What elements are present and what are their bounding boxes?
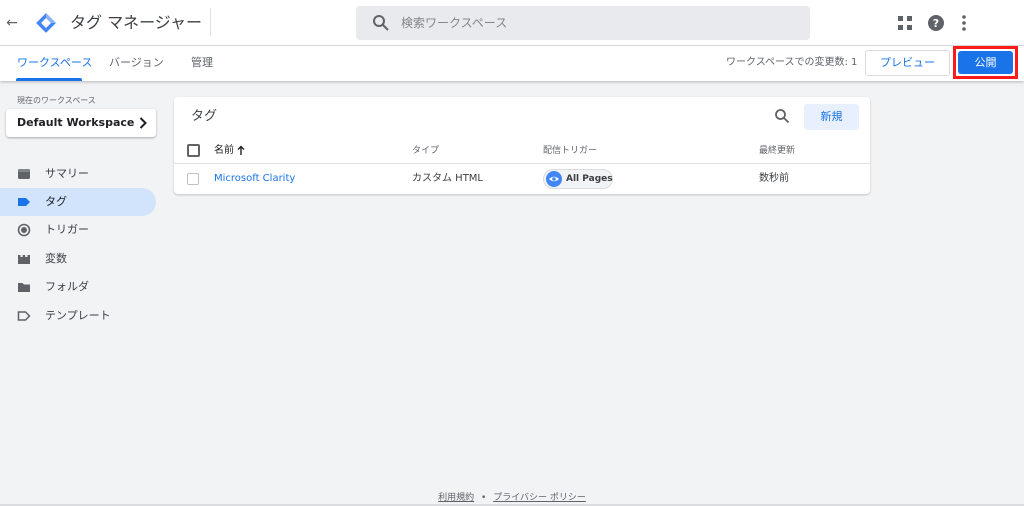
search-icon[interactable]: [774, 108, 790, 124]
search-placeholder: 検索ワークスペース: [401, 16, 508, 30]
summary-icon: [18, 169, 30, 179]
table-header: 名前 タイプ 配信トリガー 最終更新: [174, 137, 870, 164]
row-checkbox[interactable]: [187, 173, 199, 185]
column-header-trigger: 配信トリガー: [543, 146, 598, 156]
trigger-chip-label: All Pages: [566, 174, 613, 184]
column-header-updated: 最終更新: [759, 146, 796, 156]
chevron-right-icon: [139, 117, 147, 129]
sidebar-item-label: タグ: [45, 195, 67, 208]
workspace-search-input[interactable]: 検索ワークスペース: [356, 6, 810, 40]
footer-separator: •: [481, 493, 487, 503]
column-header-type: タイプ: [412, 146, 440, 156]
workspace-changes-count: ワークスペースでの変更数: 1: [726, 57, 858, 68]
last-updated: 数秒前: [759, 173, 789, 184]
privacy-link[interactable]: プライバシー ポリシー: [493, 493, 586, 503]
sidebar-item-label: トリガー: [45, 223, 89, 236]
title-divider: [210, 8, 211, 36]
active-tab-indicator: [16, 78, 82, 81]
select-all-checkbox[interactable]: [187, 144, 200, 157]
sidebar-item-summary[interactable]: サマリー: [0, 160, 156, 188]
current-workspace-label: 現在のワークスペース: [17, 96, 96, 105]
more-vert-icon[interactable]: [958, 14, 970, 32]
tag-manager-logo[interactable]: [35, 12, 57, 34]
tag-type: カスタム HTML: [412, 173, 484, 184]
trigger-chip[interactable]: All Pages: [543, 169, 613, 189]
terms-link[interactable]: 利用規約: [438, 493, 474, 503]
template-icon: [17, 311, 31, 321]
eye-icon: [546, 171, 562, 187]
sort-arrow-up-icon[interactable]: [237, 145, 245, 156]
new-tag-button[interactable]: 新規: [804, 104, 859, 130]
sidebar-item-triggers[interactable]: トリガー: [0, 216, 156, 244]
back-arrow-icon[interactable]: ←: [4, 13, 20, 33]
sidebar-item-label: テンプレート: [45, 309, 111, 322]
sidebar-item-folders[interactable]: フォルダ: [0, 273, 156, 301]
svg-text:?: ?: [933, 17, 939, 30]
sidebar-item-variables[interactable]: 変数: [0, 245, 156, 273]
sub-navigation-bar: ワークスペース バージョン 管理 ワークスペースでの変更数: 1 プレビュー: [0, 46, 1024, 81]
card-title: タグ: [191, 109, 218, 124]
sidebar-item-tags[interactable]: タグ: [0, 188, 156, 216]
tag-icon: [18, 198, 30, 206]
help-icon[interactable]: ?: [927, 14, 945, 32]
app-title: タグ マネージャー: [70, 13, 202, 32]
sidebar-item-label: サマリー: [45, 167, 89, 180]
sidebar-item-label: 変数: [45, 252, 67, 265]
tab-versions[interactable]: バージョン: [109, 56, 164, 70]
folder-icon: [18, 283, 30, 292]
tab-admin[interactable]: 管理: [191, 56, 213, 70]
top-app-bar: ← タグ マネージャー 検索ワークスペース ?: [0, 0, 1024, 46]
table-row[interactable]: Microsoft Clarity カスタム HTML All Pages 数秒…: [174, 164, 870, 193]
tag-name-link[interactable]: Microsoft Clarity: [214, 172, 295, 185]
apps-grid-icon[interactable]: [897, 15, 913, 31]
preview-button[interactable]: プレビュー: [865, 50, 950, 76]
tab-workspace[interactable]: ワークスペース: [17, 56, 92, 70]
publish-button[interactable]: 公開: [958, 51, 1013, 74]
workspace-name: Default Workspace: [17, 116, 135, 129]
variable-icon: [18, 255, 30, 264]
column-header-name[interactable]: 名前: [214, 145, 234, 157]
tags-card: タグ 新規 名前 タイプ 配信トリガー 最終更新 Microsoft Clari…: [174, 97, 870, 194]
sidebar-item-label: フォルダ: [45, 280, 89, 293]
search-icon: [373, 15, 389, 31]
trigger-icon: [17, 223, 31, 237]
sidebar-item-templates[interactable]: テンプレート: [0, 302, 156, 330]
workspace-selector[interactable]: Default Workspace: [6, 109, 156, 137]
footer: 利用規約 • プライバシー ポリシー: [0, 492, 1024, 504]
